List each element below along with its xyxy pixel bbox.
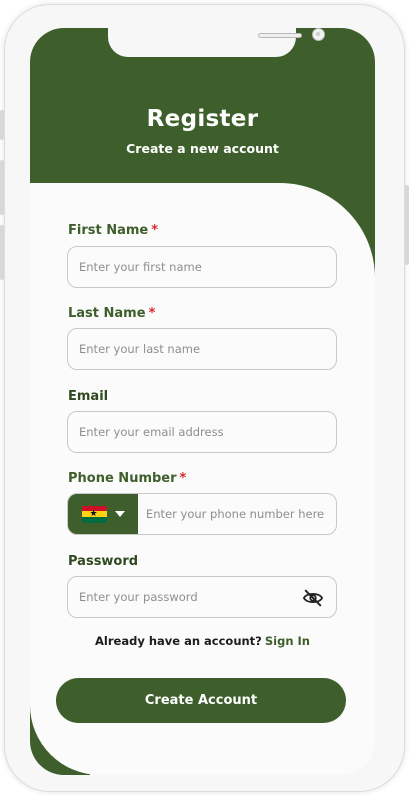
last-name-placeholder: Enter your last name	[79, 342, 201, 356]
phone-side-button	[0, 225, 4, 280]
phone-side-button	[0, 160, 4, 215]
speaker-icon	[258, 33, 302, 38]
phone-notch	[108, 28, 325, 57]
signin-prompt: Already have an account? Sign In	[30, 634, 375, 648]
signin-link[interactable]: Sign In	[265, 634, 310, 648]
country-code-select[interactable]: ★	[68, 494, 138, 534]
required-marker: *	[151, 223, 159, 238]
first-name-label: First Name *	[68, 223, 158, 238]
signin-prompt-text: Already have an account?	[95, 634, 262, 648]
chevron-down-icon	[114, 511, 125, 517]
required-marker: *	[148, 306, 156, 321]
email-placeholder: Enter your email address	[79, 425, 224, 439]
camera-icon	[312, 28, 325, 41]
page-subtitle: Create a new account	[126, 141, 279, 156]
eye-off-icon[interactable]	[302, 588, 324, 608]
last-name-label: Last Name *	[68, 306, 155, 321]
email-input[interactable]: Enter your email address	[67, 411, 337, 453]
first-name-label-text: First Name	[68, 223, 149, 238]
password-label-text: Password	[68, 554, 139, 569]
first-name-placeholder: Enter your first name	[79, 260, 202, 274]
email-label-text: Email	[68, 389, 109, 404]
password-label: Password	[68, 554, 138, 569]
app-screen: Register Create a new account First Name…	[30, 28, 375, 775]
password-input[interactable]: Enter your password	[67, 576, 337, 618]
ghana-flag-icon: ★	[81, 505, 107, 523]
phone-power-button	[405, 185, 409, 265]
phone-label: Phone Number *	[68, 471, 186, 486]
create-account-button[interactable]: Create Account	[56, 678, 346, 723]
phone-field: ★ Enter your phone number here	[67, 493, 337, 535]
password-placeholder: Enter your password	[79, 590, 198, 604]
phone-label-text: Phone Number	[68, 471, 177, 486]
phone-side-button	[0, 110, 4, 140]
required-marker: *	[179, 471, 187, 486]
first-name-input[interactable]: Enter your first name	[67, 246, 337, 288]
phone-input[interactable]: Enter your phone number here	[138, 507, 324, 521]
last-name-label-text: Last Name	[68, 306, 146, 321]
email-label: Email	[68, 389, 108, 404]
last-name-input[interactable]: Enter your last name	[67, 328, 337, 370]
page-title: Register	[146, 106, 259, 132]
